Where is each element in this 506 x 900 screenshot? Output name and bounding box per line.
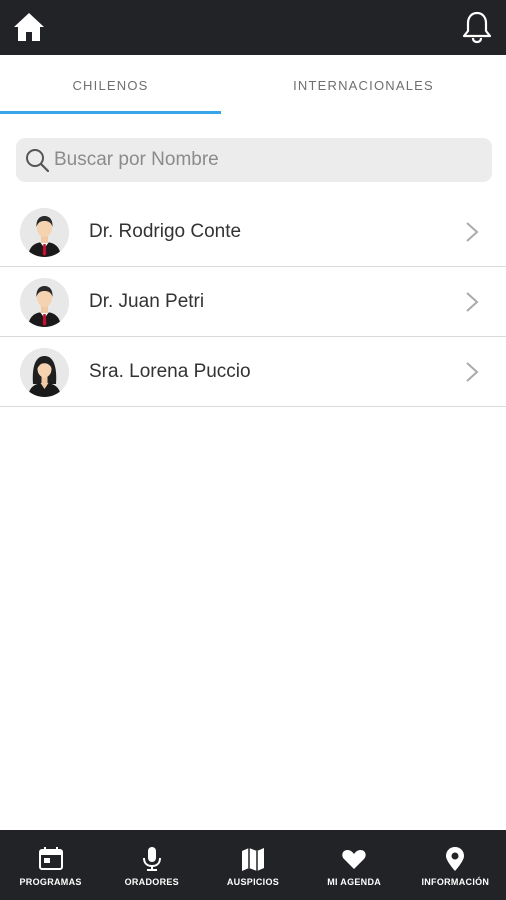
location-pin-icon [446,847,465,871]
map-icon [241,848,264,871]
search-icon [26,149,50,173]
male-avatar [20,208,69,257]
female-avatar [20,348,69,397]
male-avatar [20,278,69,327]
heart-icon [342,850,366,869]
speaker-name: Dr. Rodrigo Conte [89,221,242,242]
chevron-right-icon [466,292,479,312]
home-icon[interactable] [12,11,46,43]
bell-icon[interactable] [462,10,492,44]
nav-mi-agenda[interactable]: MI AGENDA [304,830,405,900]
nav-label: INFORMACIÓN [421,877,490,887]
search-input[interactable] [54,149,474,171]
search-bar[interactable] [16,138,492,182]
nav-label: PROGRAMAS [19,877,82,887]
nav-label: AUSPICIOS [226,877,280,887]
speaker-list: Dr. Rodrigo Conte Dr. Juan Petri Sra. Lo… [0,197,506,407]
list-item[interactable]: Dr. Rodrigo Conte [0,197,506,267]
nav-programas[interactable]: PROGRAMAS [0,830,101,900]
microphone-icon [142,847,161,871]
segment-tabs: CHILENOS INTERNACIONALES [0,55,506,115]
chevron-right-icon [466,362,479,382]
calendar-icon [38,847,63,870]
nav-oradores[interactable]: ORADORES [101,830,202,900]
tab-internacionales[interactable]: INTERNACIONALES [253,55,474,115]
chevron-right-icon [466,222,479,242]
list-item[interactable]: Sra. Lorena Puccio [0,337,506,407]
bottom-navigation: PROGRAMAS ORADORES AUSPICIOS MI AGENDA I… [0,830,506,900]
speaker-name: Dr. Juan Petri [89,291,205,312]
nav-informacion[interactable]: INFORMACIÓN [405,830,506,900]
speaker-name: Sra. Lorena Puccio [89,361,251,382]
tab-chilenos[interactable]: CHILENOS [0,55,221,115]
active-tab-indicator [0,111,221,114]
top-app-bar [0,0,506,55]
nav-label: MI AGENDA [327,877,382,887]
nav-auspicios[interactable]: AUSPICIOS [202,830,303,900]
list-item[interactable]: Dr. Juan Petri [0,267,506,337]
nav-label: ORADORES [124,877,179,887]
